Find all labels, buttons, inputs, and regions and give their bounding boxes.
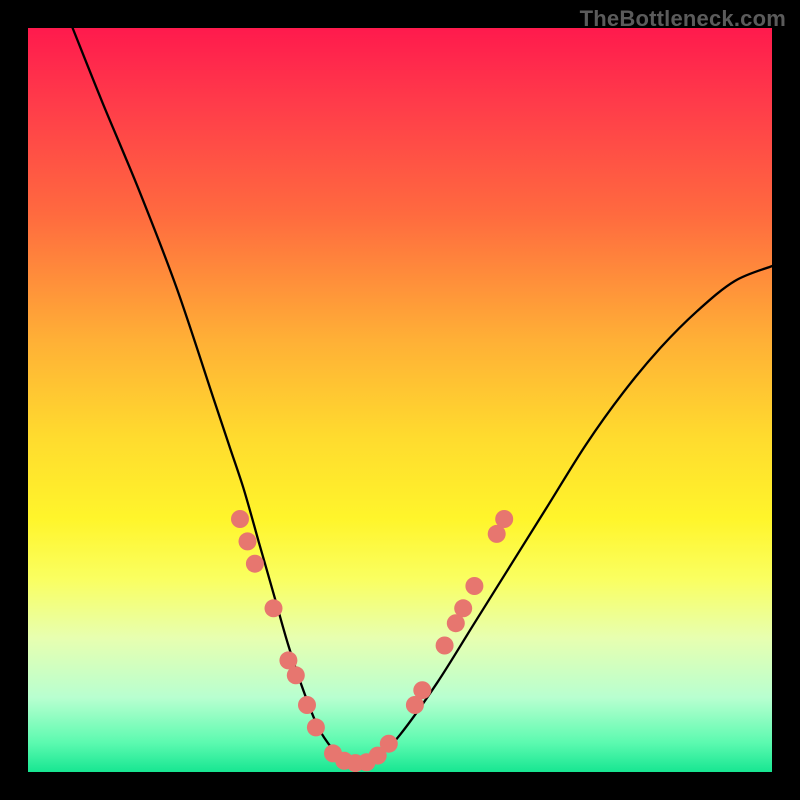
curve-marker [298, 696, 316, 714]
curve-marker [465, 577, 483, 595]
curve-markers [231, 510, 513, 772]
curve-marker [380, 735, 398, 753]
curve-marker [495, 510, 513, 528]
curve-marker [246, 555, 264, 573]
curve-marker [454, 599, 472, 617]
plot-area [28, 28, 772, 772]
bottleneck-curve [73, 28, 772, 766]
curve-marker [287, 666, 305, 684]
curve-marker [413, 681, 431, 699]
chart-svg [28, 28, 772, 772]
watermark-label: TheBottleneck.com [580, 6, 786, 32]
curve-marker [307, 718, 325, 736]
curve-marker [436, 637, 454, 655]
curve-marker [239, 532, 257, 550]
curve-marker [265, 599, 283, 617]
outer-frame: TheBottleneck.com [0, 0, 800, 800]
curve-marker [231, 510, 249, 528]
